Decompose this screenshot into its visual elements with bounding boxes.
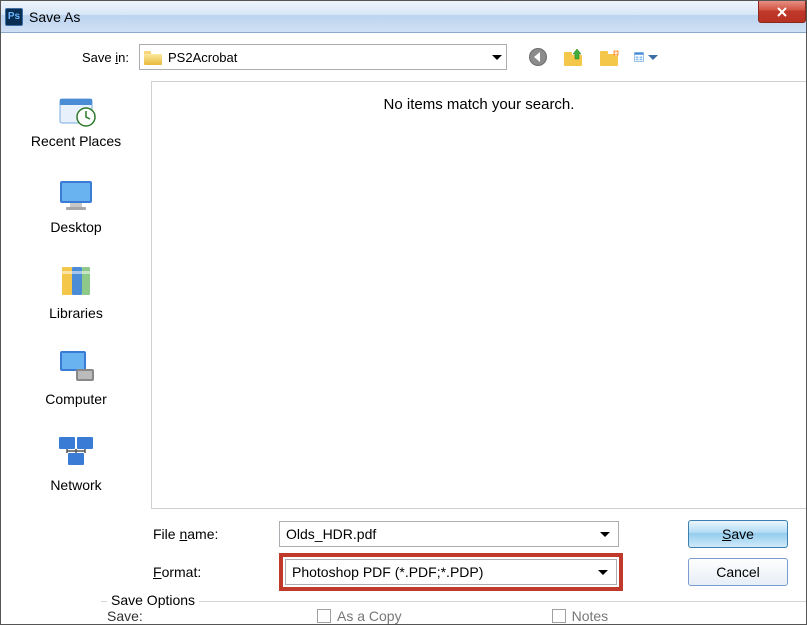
close-icon xyxy=(776,6,788,18)
window-title: Save As xyxy=(29,9,80,25)
checkbox-icon xyxy=(317,609,331,623)
view-icon xyxy=(634,48,644,66)
save-options-group: Save Options Save: As a Copy Notes xyxy=(101,601,806,624)
savein-combobox[interactable]: PS2Acrobat xyxy=(139,44,507,70)
sidebar-item-label: Desktop xyxy=(50,219,101,235)
sidebar-item-libraries[interactable]: Libraries xyxy=(1,261,151,321)
new-folder-icon xyxy=(599,47,621,67)
close-button[interactable] xyxy=(758,1,806,23)
savein-label: Save in: xyxy=(13,50,139,65)
notes-label: Notes xyxy=(572,608,609,624)
computer-icon xyxy=(54,347,98,387)
photoshop-icon: Ps xyxy=(5,8,23,26)
notes-checkbox[interactable]: Notes xyxy=(552,608,609,624)
places-sidebar: Recent Places Desktop Libraries Computer xyxy=(1,81,151,591)
view-menu-button[interactable] xyxy=(633,44,659,70)
chevron-down-icon xyxy=(648,55,658,60)
save-button[interactable]: Save xyxy=(688,520,788,548)
up-button[interactable] xyxy=(561,44,587,70)
sidebar-item-label: Libraries xyxy=(49,305,103,321)
chevron-down-icon xyxy=(492,55,502,60)
savein-value: PS2Acrobat xyxy=(168,50,237,65)
sidebar-item-desktop[interactable]: Desktop xyxy=(1,175,151,235)
toolbar: Save in: PS2Acrobat xyxy=(1,33,806,81)
back-arrow-icon xyxy=(528,47,548,67)
empty-message: No items match your search. xyxy=(384,96,575,113)
back-button[interactable] xyxy=(525,44,551,70)
filename-input[interactable]: Olds_HDR.pdf xyxy=(279,521,619,547)
network-icon xyxy=(54,433,98,473)
sidebar-item-network[interactable]: Network xyxy=(1,433,151,493)
checkbox-icon xyxy=(552,609,566,623)
sidebar-item-label: Network xyxy=(50,477,101,493)
filename-label: File name: xyxy=(151,526,279,542)
cancel-button[interactable]: Cancel xyxy=(688,558,788,586)
sidebar-item-label: Recent Places xyxy=(31,133,121,149)
format-highlight: Photoshop PDF (*.PDF;*.PDP) xyxy=(279,553,623,591)
titlebar: Ps Save As xyxy=(1,1,806,33)
options-save-label: Save: xyxy=(107,608,167,624)
new-folder-button[interactable] xyxy=(597,44,623,70)
toolbar-buttons xyxy=(525,44,659,70)
form-section: File name: Olds_HDR.pdf Save Format: xyxy=(151,509,806,591)
format-combobox[interactable]: Photoshop PDF (*.PDF;*.PDP) xyxy=(285,559,617,585)
chevron-down-icon xyxy=(600,532,610,537)
dialog-body: Recent Places Desktop Libraries Computer xyxy=(1,81,806,591)
format-label: Format: xyxy=(151,564,279,580)
right-pane: No items match your search. File name: O… xyxy=(151,81,806,591)
desktop-icon xyxy=(54,175,98,215)
libraries-icon xyxy=(54,261,98,301)
recent-places-icon xyxy=(54,89,98,129)
save-as-dialog: Ps Save As Save in: PS2Acrobat xyxy=(0,0,807,625)
format-value: Photoshop PDF (*.PDF;*.PDP) xyxy=(292,564,483,580)
options-legend: Save Options xyxy=(107,592,199,608)
sidebar-item-computer[interactable]: Computer xyxy=(1,347,151,407)
as-copy-checkbox[interactable]: As a Copy xyxy=(317,608,402,624)
sidebar-item-recent[interactable]: Recent Places xyxy=(1,89,151,149)
file-list[interactable]: No items match your search. xyxy=(151,81,806,509)
chevron-down-icon xyxy=(598,570,608,575)
folder-icon xyxy=(144,49,162,65)
as-copy-label: As a Copy xyxy=(337,608,402,624)
up-folder-icon xyxy=(563,47,585,67)
sidebar-item-label: Computer xyxy=(45,391,106,407)
filename-value: Olds_HDR.pdf xyxy=(286,526,376,542)
